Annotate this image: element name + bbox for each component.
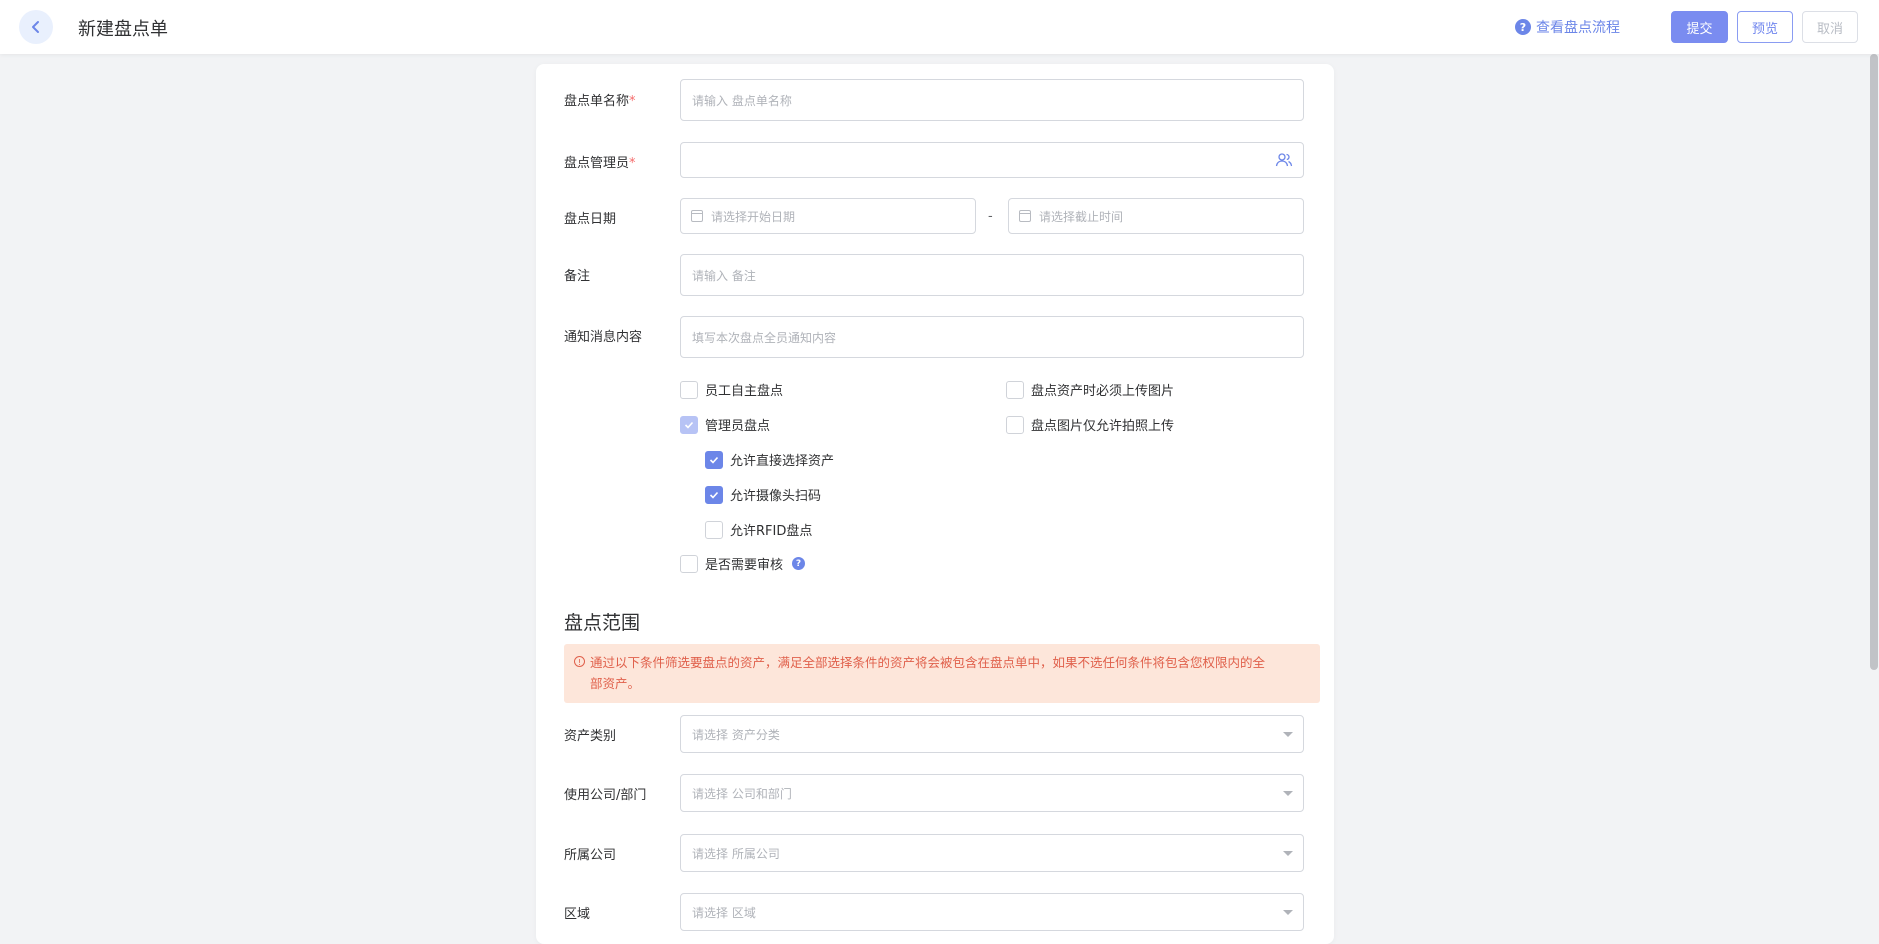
users-icon[interactable] [1275,151,1293,169]
checkbox-box[interactable] [680,415,698,434]
remark-input[interactable]: 请输入 备注 [680,254,1304,296]
checkbox-box[interactable] [1006,380,1024,399]
company-label: 所属公司 [564,848,617,863]
start-date-input[interactable]: 请选择开始日期 [680,198,976,234]
notice-label: 通知消息内容 [564,330,643,345]
chevron-left-icon [32,21,39,33]
notice-placeholder: 填写本次盘点全员通知内容 [692,330,837,345]
form-card: 盘点单名称* 请输入 盘点单名称 盘点管理员* 盘点日期 请选择开始日期 - 请… [536,64,1334,944]
notice-input[interactable]: 填写本次盘点全员通知内容 [680,316,1304,358]
calendar-icon [691,210,703,222]
checkbox-box[interactable] [680,380,698,399]
allow-direct-select-checkbox[interactable]: 允许直接选择资产 [705,450,834,469]
checkbox-box[interactable] [705,520,723,539]
allow-direct-select-label: 允许直接选择资产 [730,454,835,469]
dept-select[interactable]: 请选择 公司和部门 [680,774,1304,812]
check-icon [709,456,719,464]
name-label: 盘点单名称* [564,94,636,109]
scope-alert: ! 通过以下条件筛选要盘点的资产，满足全部选择条件的资产将会被包含在盘点单中，如… [564,644,1320,703]
alert-text-line2: 部资产。 [590,676,641,691]
question-circle-icon: ? [1515,19,1531,35]
caret-down-icon [1283,791,1293,796]
view-flow-link[interactable]: ? 查看盘点流程 [1515,17,1620,37]
exclamation-circle-icon: ! [574,656,585,667]
date-separator: - [988,209,993,224]
check-icon [684,421,694,429]
dept-label: 使用公司/部门 [564,788,647,803]
check-icon [709,491,719,499]
caret-down-icon [1283,851,1293,856]
allow-rfid-checkbox[interactable]: 允许RFID盘点 [705,520,812,539]
manager-label: 盘点管理员* [564,156,636,171]
caret-down-icon [1283,910,1293,915]
allow-camera-scan-checkbox[interactable]: 允许摄像头扫码 [705,485,821,504]
date-label: 盘点日期 [564,212,617,227]
end-date-input[interactable]: 请选择截止时间 [1008,198,1304,234]
top-header: 新建盘点单 ? 查看盘点流程 提交 预览 取消 [0,0,1879,54]
preview-button[interactable]: 预览 [1737,11,1793,43]
employee-self-label: 员工自主盘点 [705,384,784,399]
checkbox-box[interactable] [705,450,723,469]
allow-camera-scan-label: 允许摄像头扫码 [730,489,822,504]
question-circle-icon[interactable]: ? [792,557,806,570]
name-input[interactable]: 请输入 盘点单名称 [680,79,1304,121]
start-date-placeholder: 请选择开始日期 [711,209,796,224]
area-label: 区域 [564,907,591,922]
checkbox-box[interactable] [1006,415,1024,434]
company-select[interactable]: 请选择 所属公司 [680,834,1304,872]
required-mark: * [629,94,636,109]
remark-placeholder: 请输入 备注 [692,268,756,283]
calendar-icon [1019,210,1031,222]
name-placeholder: 请输入 盘点单名称 [692,93,792,108]
manager-count-checkbox[interactable]: 管理员盘点 [680,415,770,434]
manager-count-label: 管理员盘点 [705,419,771,434]
category-placeholder: 请选择 资产分类 [692,727,780,742]
scope-section-title: 盘点范围 [564,612,641,634]
area-select[interactable]: 请选择 区域 [680,893,1304,931]
view-flow-label: 查看盘点流程 [1536,20,1620,36]
photo-only-checkbox[interactable]: 盘点图片仅允许拍照上传 [1006,415,1174,434]
employee-self-checkbox[interactable]: 员工自主盘点 [680,380,783,399]
alert-text-line1: 通过以下条件筛选要盘点的资产，满足全部选择条件的资产将会被包含在盘点单中，如果不… [590,655,1266,670]
checkbox-box[interactable] [680,554,698,573]
caret-down-icon [1283,732,1293,737]
page-title: 新建盘点单 [78,19,168,40]
required-mark: * [629,156,636,171]
photo-only-label: 盘点图片仅允许拍照上传 [1031,419,1175,434]
category-select[interactable]: 请选择 资产分类 [680,715,1304,753]
allow-rfid-label: 允许RFID盘点 [730,524,813,539]
checkbox-box[interactable] [705,485,723,504]
area-placeholder: 请选择 区域 [692,905,756,920]
remark-label: 备注 [564,269,591,284]
end-date-placeholder: 请选择截止时间 [1039,209,1124,224]
submit-button[interactable]: 提交 [1671,11,1728,43]
category-label: 资产类别 [564,729,617,744]
must-upload-image-label: 盘点资产时必须上传图片 [1031,384,1175,399]
dept-placeholder: 请选择 公司和部门 [692,786,792,801]
scrollbar-thumb[interactable] [1870,54,1878,670]
company-placeholder: 请选择 所属公司 [692,846,780,861]
back-button[interactable] [19,10,53,44]
cancel-button[interactable]: 取消 [1802,11,1858,43]
manager-input[interactable] [680,142,1304,178]
need-review-label: 是否需要审核 [705,558,784,573]
need-review-checkbox[interactable]: 是否需要审核 ? [680,554,806,573]
must-upload-image-checkbox[interactable]: 盘点资产时必须上传图片 [1006,380,1174,399]
